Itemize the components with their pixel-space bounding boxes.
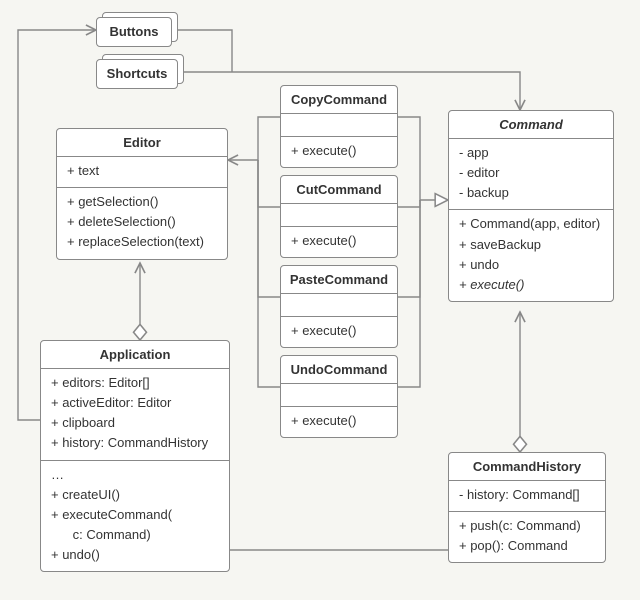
command-method: + undo [459, 255, 603, 275]
editor-title: Editor [57, 129, 227, 157]
commandhistory-field: - history: Command[] [459, 485, 595, 505]
command-method: + Command(app, editor) [459, 214, 603, 234]
application-method: + createUI() [51, 485, 219, 505]
command-field: - app [459, 143, 603, 163]
editor-method: + deleteSelection() [67, 212, 217, 232]
commandhistory-class: CommandHistory - history: Command[] + pu… [448, 452, 606, 563]
shortcuts-box: Shortcuts [96, 59, 178, 89]
copycommand-title: CopyCommand [281, 86, 397, 114]
command-field: - editor [459, 163, 603, 183]
commandhistory-method: + push(c: Command) [459, 516, 595, 536]
cutcommand-class: CutCommand + execute() [280, 175, 398, 258]
editor-field-text: + text [67, 161, 217, 181]
undocommand-method: + execute() [291, 411, 387, 431]
application-method: + undo() [51, 545, 219, 565]
command-class: Command - app - editor - backup + Comman… [448, 110, 614, 302]
pastecommand-method: + execute() [291, 321, 387, 341]
copycommand-class: CopyCommand + execute() [280, 85, 398, 168]
command-method-abstract: + execute() [459, 275, 603, 295]
application-method: … [51, 465, 219, 485]
editor-class: Editor + text + getSelection() + deleteS… [56, 128, 228, 260]
buttons-box: Buttons [96, 17, 172, 47]
cutcommand-method: + execute() [291, 231, 387, 251]
application-field: + activeEditor: Editor [51, 393, 219, 413]
command-method: + saveBackup [459, 235, 603, 255]
command-field: - backup [459, 183, 603, 203]
commandhistory-title: CommandHistory [449, 453, 605, 481]
application-field: + editors: Editor[] [51, 373, 219, 393]
cutcommand-title: CutCommand [281, 176, 397, 204]
undocommand-title: UndoCommand [281, 356, 397, 384]
copycommand-method: + execute() [291, 141, 387, 161]
pastecommand-title: PasteCommand [281, 266, 397, 294]
editor-method: + getSelection() [67, 192, 217, 212]
pastecommand-class: PasteCommand + execute() [280, 265, 398, 348]
commandhistory-method: + pop(): Command [459, 536, 595, 556]
application-field: + history: CommandHistory [51, 433, 219, 453]
application-title: Application [41, 341, 229, 369]
application-class: Application + editors: Editor[] + active… [40, 340, 230, 572]
buttons-label: Buttons [97, 18, 171, 45]
command-title: Command [449, 111, 613, 139]
application-field: + clipboard [51, 413, 219, 433]
shortcuts-label: Shortcuts [97, 60, 177, 87]
application-method: c: Command) [51, 525, 219, 545]
application-method: + executeCommand( [51, 505, 219, 525]
undocommand-class: UndoCommand + execute() [280, 355, 398, 438]
editor-method: + replaceSelection(text) [67, 232, 217, 252]
